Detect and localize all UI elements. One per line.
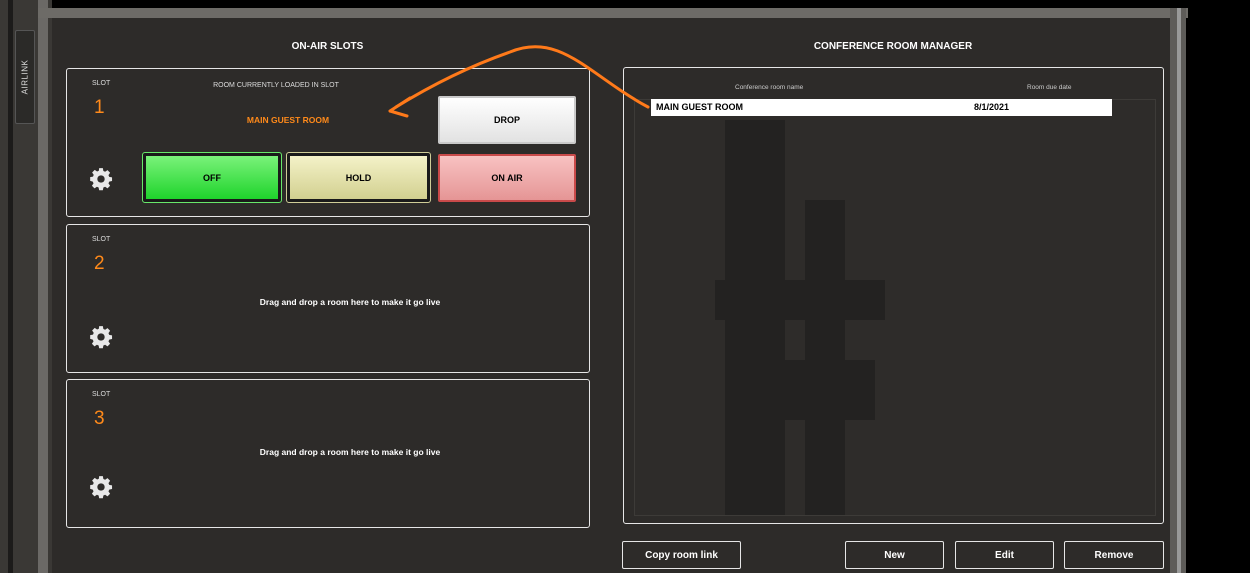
slot-1-number: 1: [94, 97, 105, 118]
window-top-frame: [38, 8, 1188, 18]
edit-button[interactable]: Edit: [955, 541, 1054, 569]
arrow-annotation-icon: [388, 45, 650, 118]
copy-room-link-button[interactable]: Copy room link: [622, 541, 741, 569]
column-header-due-date[interactable]: Room due date: [1027, 84, 1071, 91]
slot-1-room-name: MAIN GUEST ROOM: [246, 115, 330, 125]
slot-3-label: SLOT: [92, 391, 111, 398]
window-right-frame: [1170, 8, 1186, 573]
on-air-button[interactable]: ON AIR: [438, 154, 576, 202]
off-button[interactable]: OFF: [142, 152, 282, 203]
room-date-cell: 8/1/2021: [974, 102, 1010, 112]
side-tab-label: AIRLINK: [20, 59, 30, 95]
slot-1-room-caption: ROOM CURRENTLY LOADED IN SLOT: [213, 82, 339, 89]
remove-button[interactable]: Remove: [1064, 541, 1164, 569]
slot-3-drag-text: Drag and drop a room here to make it go …: [259, 447, 441, 457]
column-header-name[interactable]: Conference room name: [735, 84, 803, 91]
gear-icon[interactable]: [88, 166, 114, 192]
slot-2-label: SLOT: [92, 236, 111, 243]
slot-2-number: 2: [94, 253, 105, 274]
new-button[interactable]: New: [845, 541, 944, 569]
hold-button[interactable]: HOLD: [286, 152, 431, 203]
table-row[interactable]: MAIN GUEST ROOM 8/1/2021: [651, 99, 1112, 116]
room-list[interactable]: [634, 99, 1156, 516]
manager-title: CONFERENCE ROOM MANAGER: [813, 41, 973, 52]
gear-icon[interactable]: [88, 474, 114, 500]
slot-1-label: SLOT: [92, 80, 111, 87]
side-tab-airlink[interactable]: AIRLINK: [15, 30, 35, 124]
slot-2-drag-text: Drag and drop a room here to make it go …: [259, 297, 441, 307]
slot-3-number: 3: [94, 408, 105, 429]
gear-icon[interactable]: [88, 324, 114, 350]
